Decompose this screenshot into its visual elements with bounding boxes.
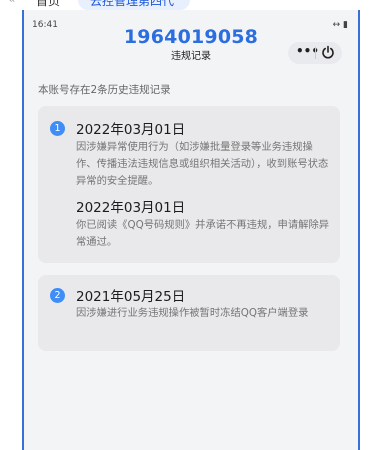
record-description: 因涉嫌异常使用行为（如涉嫌批量登录等业务违规操作、传播违法违规信息或组织相关活动…	[76, 141, 329, 187]
capsule-divider	[315, 47, 316, 59]
tab-cloud-control[interactable]: 云控管理第四代	[90, 0, 174, 9]
record-description: 你已阅读《QQ号码规则》并承诺不再违规，申请解除异常通过。	[76, 219, 330, 248]
tab-home[interactable]: 首页	[36, 0, 60, 9]
miniprogram-frame: 16:41 ↔ ▮ 1964019058 违规记录 ••• 本账号存在2条历史违…	[22, 10, 360, 450]
record-index-badge: 2	[50, 288, 65, 303]
record-date: 2021年05月25日	[76, 289, 186, 305]
record-description: 因涉嫌进行业务违规操作被暂时冻结QQ客户端登录	[76, 307, 309, 319]
double-chevron-left-icon[interactable]: «	[8, 0, 15, 6]
record-summary: 本账号存在2条历史违规记录	[38, 84, 171, 96]
capsule-menu: •••	[288, 42, 342, 64]
record-date: 2022年03月01日	[76, 200, 186, 216]
record-date: 2022年03月01日	[76, 122, 186, 138]
power-icon[interactable]	[320, 44, 336, 60]
record-index-badge: 1	[50, 121, 65, 136]
browser-tab-strip: « 首页 云控管理第四代	[0, 0, 370, 10]
record-card: 1 2022年03月01日 因涉嫌异常使用行为（如涉嫌批量登录等业务违规操作、传…	[38, 106, 340, 263]
record-card: 2 2021年05月25日 因涉嫌进行业务违规操作被暂时冻结QQ客户端登录	[38, 275, 340, 351]
